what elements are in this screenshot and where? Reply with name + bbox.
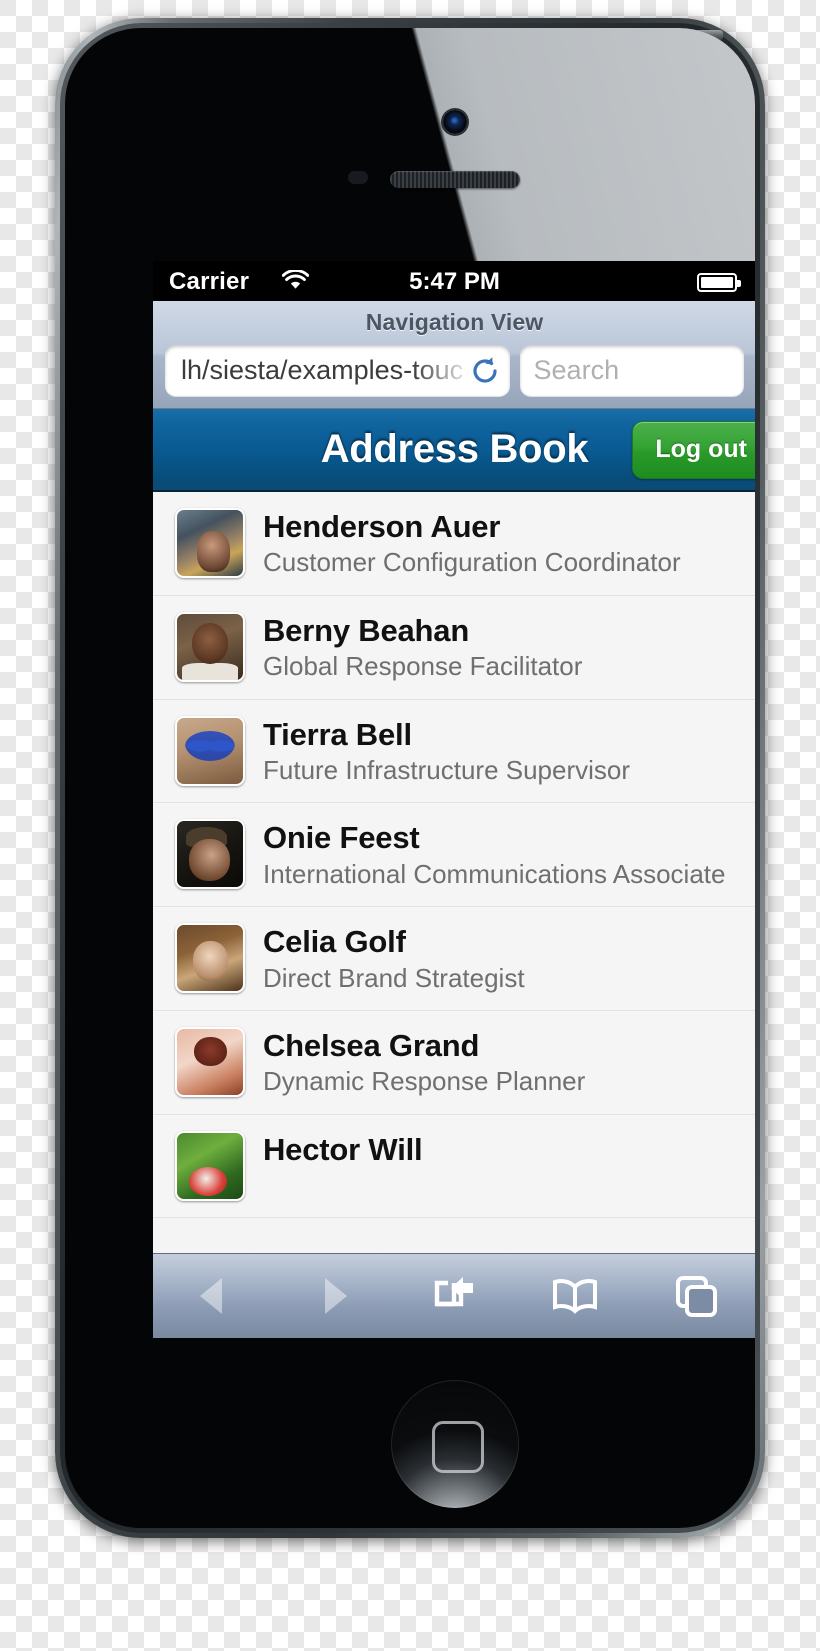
contact-name: Chelsea Grand: [263, 1028, 480, 1064]
avatar: [175, 1130, 245, 1201]
back-button[interactable]: [153, 1274, 274, 1318]
logout-button[interactable]: Log out: [632, 420, 755, 479]
list-item[interactable]: Chelsea Grand Dynamic Response Planner: [153, 1011, 755, 1115]
contact-title: Global Response Facilitator: [263, 651, 583, 682]
tabs-icon: [674, 1274, 718, 1318]
bookmarks-icon: [550, 1276, 600, 1316]
avatar: [175, 923, 245, 994]
list-item[interactable]: Hector Will: [153, 1114, 755, 1218]
avatar: [175, 508, 245, 578]
home-button[interactable]: [391, 1380, 519, 1508]
back-icon: [193, 1274, 233, 1318]
safari-top-chrome: Navigation View lh/siesta/examples-touch…: [153, 301, 755, 409]
contact-title: Dynamic Response Planner: [263, 1066, 586, 1097]
url-bar[interactable]: lh/siesta/examples-touch: [165, 345, 510, 396]
front-camera-icon: [443, 110, 467, 134]
contact-title: Future Infrastructure Supervisor: [263, 754, 631, 785]
share-icon: [431, 1274, 477, 1318]
list-item[interactable]: Henderson Auer Customer Configuration Co…: [153, 492, 755, 596]
reload-icon[interactable]: [468, 354, 502, 388]
tabs-button[interactable]: [635, 1274, 755, 1318]
avatar: [175, 1027, 245, 1098]
contact-title: Direct Brand Strategist: [263, 962, 525, 993]
share-button[interactable]: [394, 1274, 515, 1318]
contact-name: Hector Will: [263, 1131, 423, 1167]
earpiece-speaker-icon: [390, 171, 520, 188]
device-glass: Carrier 5:47 PM Navigation View lh/siest…: [65, 28, 755, 1528]
list-item[interactable]: Tierra Bell Future Infrastructure Superv…: [153, 699, 755, 804]
avatar: [175, 715, 245, 786]
url-text: lh/siesta/examples-touch: [181, 355, 464, 385]
search-input[interactable]: Search: [519, 345, 744, 396]
search-placeholder: Search: [533, 355, 620, 385]
battery-full-icon: [697, 273, 741, 292]
contact-name: Berny Beahan: [263, 612, 470, 648]
browser-fields-row: lh/siesta/examples-touch Search: [153, 345, 755, 396]
app-header: Address Book Log out: [153, 409, 755, 492]
contact-name: Henderson Auer: [263, 509, 501, 544]
contact-name: Celia Golf: [263, 924, 406, 960]
home-square-icon: [432, 1421, 484, 1473]
bookmarks-button[interactable]: [515, 1276, 636, 1316]
contact-name: Onie Feest: [263, 820, 420, 856]
contact-title: Customer Configuration Coordinator: [263, 547, 681, 578]
status-bar: Carrier 5:47 PM: [153, 261, 755, 301]
contact-name: Tierra Bell: [263, 716, 412, 752]
phone-screen: Carrier 5:47 PM Navigation View lh/siest…: [153, 261, 755, 1338]
forward-button[interactable]: [274, 1274, 395, 1318]
list-item[interactable]: Onie Feest International Communications …: [153, 803, 755, 908]
contact-list[interactable]: Henderson Auer Customer Configuration Co…: [153, 492, 755, 1218]
avatar: [175, 819, 245, 890]
contact-title: International Communications Associate: [263, 858, 726, 889]
clock-label: 5:47 PM: [409, 268, 500, 295]
list-item[interactable]: Celia Golf Direct Brand Strategist: [153, 907, 755, 1012]
list-item[interactable]: Berny Beahan Global Response Facilitator: [153, 595, 755, 700]
forward-icon: [314, 1274, 354, 1318]
iphone-device-frame: Carrier 5:47 PM Navigation View lh/siest…: [55, 18, 765, 1538]
page-title: Navigation View: [365, 309, 544, 335]
proximity-sensor-icon: [348, 171, 368, 184]
safari-bottom-toolbar: [153, 1253, 755, 1338]
avatar: [175, 611, 245, 682]
